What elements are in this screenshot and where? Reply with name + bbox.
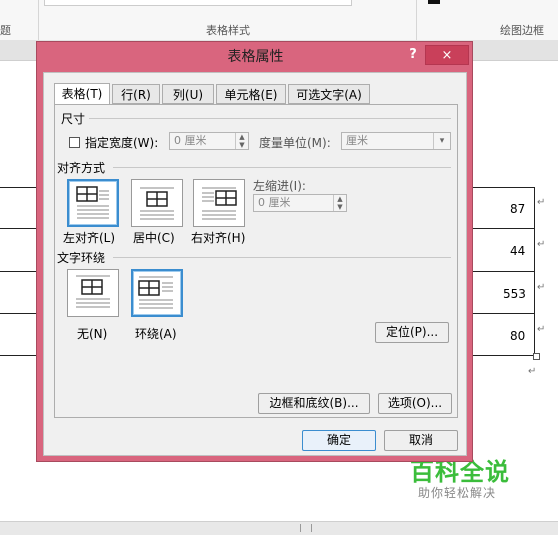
wrap-around-label: 环绕(A) bbox=[135, 327, 177, 341]
pen-color-icon[interactable] bbox=[428, 0, 440, 4]
table-cell[interactable]: 44 bbox=[510, 244, 525, 258]
unit-label: 度量单位(M): bbox=[259, 136, 331, 150]
group-divider bbox=[113, 167, 451, 168]
cancel-button[interactable]: 取消 bbox=[384, 430, 458, 451]
wrap-none-label: 无(N) bbox=[77, 327, 108, 341]
paragraph-mark: ↵ bbox=[528, 366, 537, 377]
end-of-cell-mark: ↵ bbox=[537, 282, 546, 293]
table-resize-handle[interactable] bbox=[533, 353, 540, 360]
chevron-down-icon[interactable]: ▾ bbox=[433, 133, 450, 149]
end-of-cell-mark: ↵ bbox=[537, 239, 546, 250]
width-value: 0 厘米 bbox=[174, 134, 207, 147]
close-button[interactable]: × bbox=[425, 45, 469, 65]
tab-panel-table: 尺寸 指定宽度(W): 0 厘米 ▲▼ 度量单位(M): 厘米 ▾ 对齐方式 bbox=[54, 104, 458, 418]
size-group-title: 尺寸 bbox=[61, 112, 86, 126]
dialog-client-area: 表格(T) 行(R) 列(U) 单元格(E) 可选文字(A) 尺寸 指定宽度(W… bbox=[43, 72, 467, 456]
preferred-width-checkbox[interactable] bbox=[69, 137, 80, 148]
wrap-around-option[interactable] bbox=[131, 269, 183, 317]
watermark-subtitle: 助你轻松解决 bbox=[418, 486, 497, 500]
table-properties-dialog: 表格属性 ? × 表格(T) 行(R) 列(U) 单元格(E) 可选文字(A) … bbox=[36, 41, 473, 462]
align-right-option[interactable] bbox=[193, 179, 245, 227]
table-styles-gallery[interactable] bbox=[44, 0, 352, 6]
options-button[interactable]: 选项(O)... bbox=[378, 393, 452, 414]
ribbon-separator bbox=[416, 0, 417, 40]
align-center-icon bbox=[140, 187, 174, 220]
unit-select[interactable]: 厘米 ▾ bbox=[341, 132, 451, 150]
table-cell[interactable]: 80 bbox=[510, 329, 525, 343]
end-of-cell-mark: ↵ bbox=[537, 324, 546, 335]
tab-table[interactable]: 表格(T) bbox=[54, 83, 110, 105]
ok-button[interactable]: 确定 bbox=[302, 430, 376, 451]
align-left-label: 左对齐(L) bbox=[63, 231, 116, 245]
end-of-cell-mark: ↵ bbox=[537, 197, 546, 208]
wrapping-group-title: 文字环绕 bbox=[57, 251, 106, 265]
align-right-icon bbox=[202, 187, 237, 220]
align-center-option[interactable] bbox=[131, 179, 183, 227]
ribbon-group-label-table-styles: 表格样式 bbox=[206, 24, 250, 37]
table-cell[interactable]: 553 bbox=[503, 287, 526, 301]
ribbon-group-label-draw-borders: 绘图边框 bbox=[500, 24, 544, 37]
align-left-option[interactable] bbox=[67, 179, 119, 227]
indent-spinner[interactable]: 0 厘米 ▲ ▼ bbox=[253, 194, 347, 212]
group-divider bbox=[113, 257, 451, 258]
indent-value: 0 厘米 bbox=[258, 196, 291, 209]
positioning-button[interactable]: 定位(P)... bbox=[375, 322, 449, 343]
preferred-width-label: 指定宽度(W): bbox=[85, 136, 159, 150]
wrap-around-icon bbox=[138, 276, 173, 309]
ribbon: 题 表格样式 绘图边框 bbox=[0, 0, 558, 41]
tab-row[interactable]: 行(R) bbox=[112, 84, 160, 104]
table-right-border bbox=[534, 187, 535, 356]
ribbon-group-label-left: 题 bbox=[0, 24, 11, 37]
group-divider bbox=[89, 118, 451, 119]
tab-cell[interactable]: 单元格(E) bbox=[216, 84, 286, 104]
scroll-grip-icon[interactable] bbox=[300, 524, 312, 532]
table-cell[interactable]: 87 bbox=[510, 202, 525, 216]
align-center-label: 居中(C) bbox=[133, 231, 175, 245]
indent-label: 左缩进(I): bbox=[253, 179, 306, 193]
tab-column[interactable]: 列(U) bbox=[162, 84, 214, 104]
tab-alt-text[interactable]: 可选文字(A) bbox=[288, 84, 370, 104]
borders-and-shading-button[interactable]: 边框和底纹(B)... bbox=[258, 393, 370, 414]
align-left-icon bbox=[76, 186, 109, 219]
width-spinner[interactable]: 0 厘米 ▲ ▼ bbox=[169, 132, 249, 150]
alignment-group-title: 对齐方式 bbox=[57, 161, 106, 175]
spinner-arrows-icon[interactable]: ▲ ▼ bbox=[333, 195, 346, 211]
spinner-arrows-icon[interactable]: ▲ ▼ bbox=[235, 133, 248, 149]
align-right-label: 右对齐(H) bbox=[191, 231, 246, 245]
unit-value: 厘米 bbox=[346, 134, 368, 147]
help-button[interactable]: ? bbox=[405, 47, 421, 65]
ribbon-separator bbox=[38, 0, 39, 40]
status-bar bbox=[0, 521, 558, 535]
wrap-none-option[interactable] bbox=[67, 269, 119, 317]
wrap-none-icon bbox=[76, 275, 110, 308]
